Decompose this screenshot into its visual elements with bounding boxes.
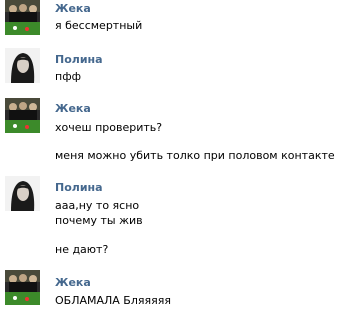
message-text: почему ты жив xyxy=(55,214,143,227)
pool-table-image xyxy=(5,0,40,35)
message-text: ОБЛАМАЛА Бляяяяя xyxy=(55,294,171,307)
girl-portrait-avatar-icon[interactable] xyxy=(5,48,40,83)
message-text: хочеш проверить? xyxy=(55,121,163,134)
message-text: ааа,ну то ясно xyxy=(55,199,140,212)
pool-table-avatar-icon[interactable] xyxy=(5,98,40,133)
portrait-image xyxy=(5,176,40,211)
message-text: меня можно убить толко при половом конта… xyxy=(55,149,335,162)
girl-portrait-avatar-icon[interactable] xyxy=(5,176,40,211)
author-name[interactable]: Полина xyxy=(55,53,103,66)
author-name[interactable]: Жека xyxy=(55,102,91,115)
pool-table-avatar-icon[interactable] xyxy=(5,270,40,305)
pool-table-avatar-icon[interactable] xyxy=(5,0,40,35)
author-name[interactable]: Полина xyxy=(55,181,103,194)
portrait-image xyxy=(5,48,40,83)
author-name[interactable]: Жека xyxy=(55,276,91,289)
message-text: пфф xyxy=(55,70,82,83)
pool-table-image xyxy=(5,270,40,305)
author-name[interactable]: Жека xyxy=(55,2,91,15)
pool-table-image xyxy=(5,98,40,133)
message-text: не дают? xyxy=(55,243,109,256)
message-text: я бессмертный xyxy=(55,19,143,32)
